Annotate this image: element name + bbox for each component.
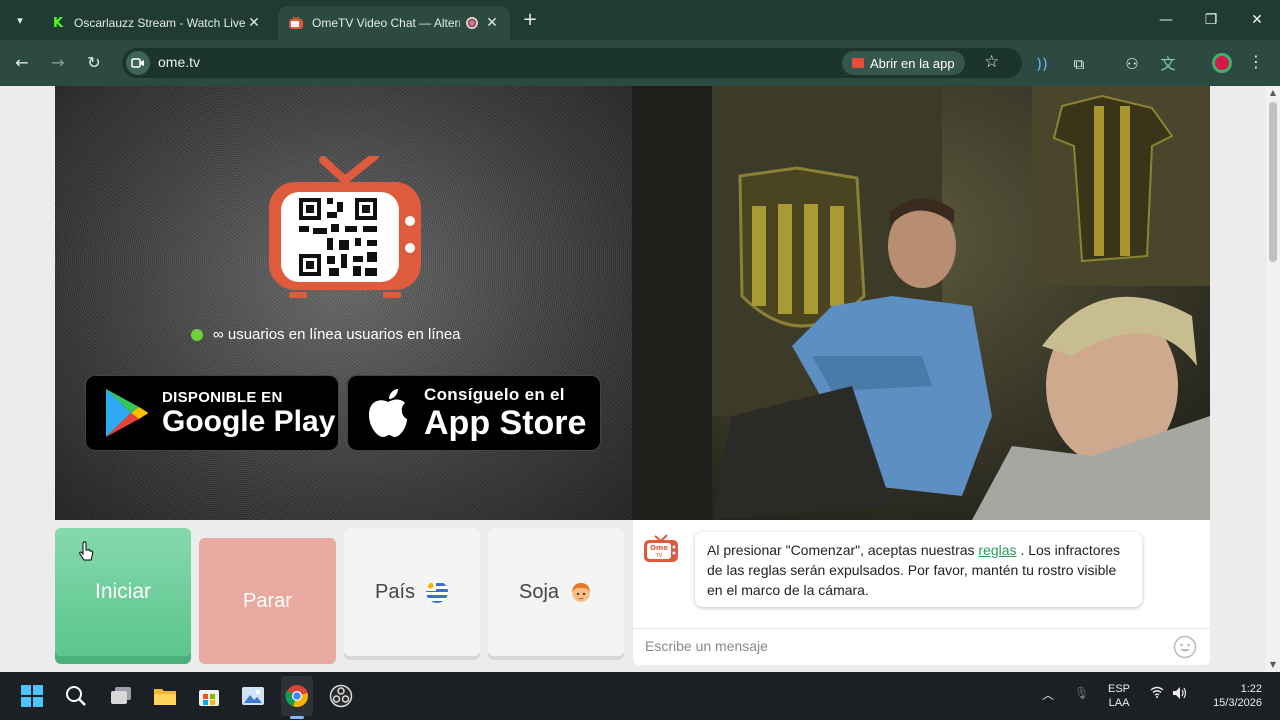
tab-strip: ▾ K Oscarlauzz Stream - Watch Live ✕ Ome…	[0, 0, 1280, 40]
boy-face-icon	[569, 580, 593, 604]
system-message-bubble: Al presionar "Comenzar", aceptas nuestra…	[695, 532, 1142, 607]
open-in-app-label: Abrir en la app	[870, 55, 955, 71]
ometv-logo-icon: Ome TV	[643, 534, 679, 564]
active-app-indicator	[290, 716, 304, 719]
obs-studio-icon[interactable]	[329, 684, 353, 708]
browser-toolbar: ← → ↻ ome.tv Abrir en la app ☆ )) ⧉ ⚇ 文	[0, 40, 1280, 86]
scroll-thumb[interactable]	[1269, 102, 1277, 262]
start-button-label: Iniciar	[94, 580, 152, 603]
read-aloud-icon[interactable]: ))	[1031, 53, 1053, 75]
app-icon	[852, 58, 864, 68]
incognito-icon[interactable]: ⚇	[1121, 53, 1143, 75]
apple-icon	[358, 383, 418, 443]
uruguay-flag-icon	[425, 580, 449, 604]
tab-title: OmeTV Video Chat — Alternati	[312, 16, 460, 30]
close-window-button[interactable]: ✕	[1247, 10, 1267, 30]
chat-logo-text-tv: TV	[655, 553, 663, 559]
stop-button[interactable]: Parar	[199, 538, 336, 664]
country-selector[interactable]: País	[344, 528, 480, 656]
emoji-picker-icon[interactable]	[1173, 635, 1197, 659]
clock-time: 1:22	[1240, 683, 1262, 695]
app-store-small-text: Consíguelo en el	[424, 385, 565, 404]
forward-button[interactable]: →	[48, 53, 68, 73]
wifi-icon[interactable]	[1150, 686, 1164, 701]
close-tab-icon[interactable]: ✕	[246, 15, 262, 31]
windows-taskbar: ︿ 🎙	[0, 672, 1280, 720]
translate-icon[interactable]: 文	[1157, 53, 1179, 75]
language-code: ESP	[1108, 683, 1131, 695]
kick-icon: K	[52, 15, 64, 31]
browser-menu-icon[interactable]: ⋮	[1246, 52, 1266, 74]
keyboard-layout-code: LAA	[1108, 697, 1130, 709]
close-tab-icon[interactable]: ✕	[484, 15, 500, 31]
scroll-down-icon[interactable]: ▼	[1268, 660, 1278, 670]
page-scrollbar[interactable]: ▲ ▼	[1266, 86, 1280, 672]
ometv-icon	[288, 15, 304, 31]
minimize-button[interactable]: —	[1156, 10, 1176, 30]
profile-avatar[interactable]	[1212, 53, 1232, 73]
tab-kick-stream[interactable]: K Oscarlauzz Stream - Watch Live ✕	[40, 6, 272, 40]
rules-link[interactable]: reglas	[978, 542, 1016, 558]
local-video-panel: ∞ usuarios en línea usuarios en línea DI…	[55, 86, 632, 520]
search-icon[interactable]	[64, 684, 88, 708]
start-button[interactable]: Iniciar	[55, 528, 191, 656]
address-bar[interactable]: ome.tv Abrir en la app ☆	[122, 48, 1022, 78]
photos-icon[interactable]	[241, 684, 265, 708]
restore-button[interactable]: ❐	[1201, 10, 1221, 30]
message-input-placeholder: Escribe un mensaje	[645, 638, 768, 654]
ometv-qr-tv-logo	[269, 156, 421, 298]
reload-button[interactable]: ↻	[84, 53, 104, 73]
show-hidden-icons-chevron-icon[interactable]: ︿	[1042, 686, 1054, 703]
stop-button-label: Parar	[243, 589, 292, 612]
file-explorer-icon[interactable]	[153, 684, 177, 708]
message-input[interactable]: Escribe un mensaje	[645, 638, 1145, 658]
bookmark-star-icon[interactable]: ☆	[984, 52, 999, 72]
chat-panel: Ome TV Al presionar "Comenzar", aceptas …	[633, 520, 1210, 665]
gender-selector[interactable]: Soja	[488, 528, 624, 656]
online-indicator-icon	[191, 328, 203, 341]
video-camera-icon[interactable]	[126, 51, 150, 75]
google-play-icon	[96, 383, 156, 443]
google-play-small-text: DISPONIBLE EN	[162, 388, 283, 406]
chat-divider	[633, 628, 1210, 629]
volume-icon[interactable]	[1172, 686, 1188, 703]
message-text-before: Al presionar "Comenzar", aceptas nuestra…	[707, 542, 975, 558]
microsoft-store-icon[interactable]	[197, 684, 221, 708]
remote-video-frame	[632, 86, 1210, 520]
recording-icon	[466, 17, 478, 29]
system-clock[interactable]: 1:22 15/3/2026	[1196, 682, 1262, 710]
open-in-app-button[interactable]: Abrir en la app	[842, 51, 965, 75]
url-text: ome.tv	[158, 54, 201, 70]
windows-start-icon[interactable]	[20, 684, 44, 708]
input-language-indicator[interactable]: ESP LAA	[1108, 682, 1130, 710]
scroll-up-icon[interactable]: ▲	[1268, 88, 1278, 98]
online-users-text: ∞ usuarios en línea usuarios en línea	[213, 326, 461, 343]
tab-ometv[interactable]: OmeTV Video Chat — Alternati ✕	[278, 6, 510, 40]
tab-search-button[interactable]: ▾	[8, 8, 32, 32]
remote-video-panel	[632, 86, 1210, 520]
google-play-badge[interactable]: DISPONIBLE EN Google Play	[85, 375, 339, 451]
app-store-big-text: App Store	[424, 404, 587, 442]
extensions-icon[interactable]: ⧉	[1068, 53, 1090, 75]
online-users-status: ∞ usuarios en línea usuarios en línea	[191, 326, 461, 343]
country-label: País	[374, 580, 416, 603]
chat-logo-text-ome: Ome	[650, 544, 668, 552]
task-view-icon[interactable]	[109, 684, 133, 708]
clock-date: 15/3/2026	[1213, 697, 1262, 709]
app-store-badge[interactable]: Consíguelo en el App Store	[347, 375, 601, 451]
google-play-big-text: Google Play	[162, 404, 336, 438]
gender-label: Soja	[518, 580, 560, 603]
mouse-cursor-icon	[79, 541, 94, 561]
tab-title: Oscarlauzz Stream - Watch Live	[74, 16, 246, 30]
new-tab-button[interactable]: +	[520, 10, 540, 30]
back-button[interactable]: ←	[12, 53, 32, 73]
microphone-icon[interactable]: 🎙	[1074, 686, 1089, 700]
chrome-icon[interactable]	[285, 684, 309, 708]
